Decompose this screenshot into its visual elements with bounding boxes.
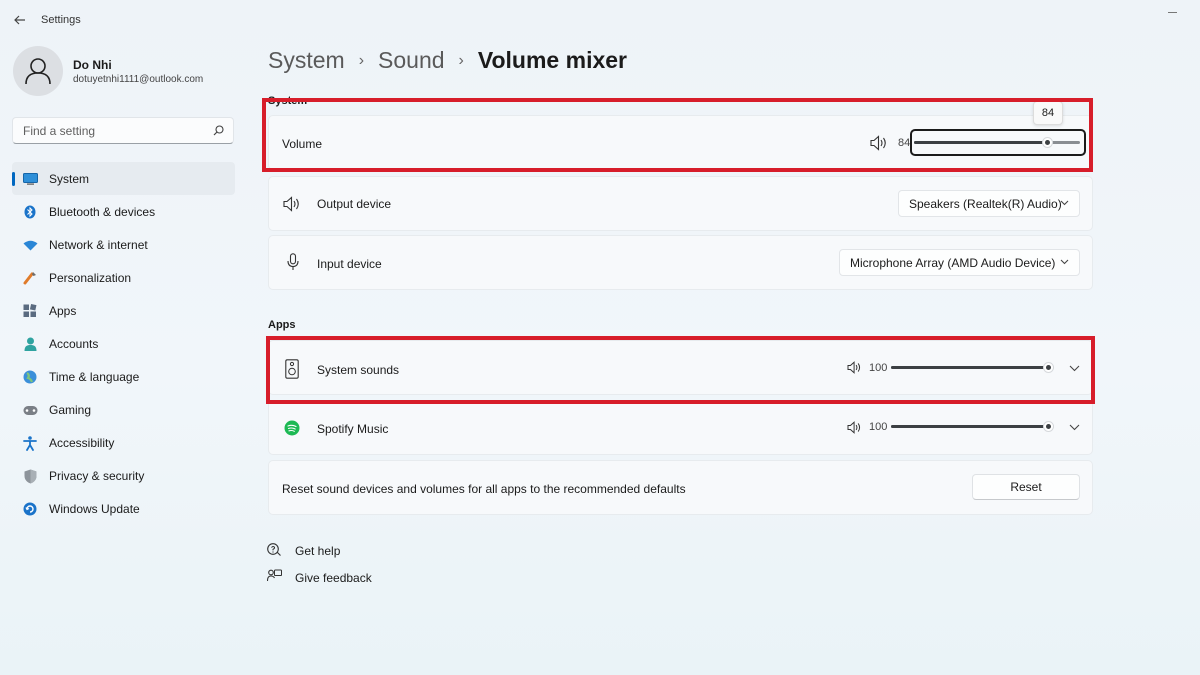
reset-button[interactable]: Reset — [972, 474, 1080, 500]
output-device-label: Output device — [317, 197, 392, 211]
input-device-label: Input device — [317, 257, 382, 271]
sidebar-item-label: Time & language — [49, 370, 140, 384]
gamepad-icon — [22, 402, 38, 418]
highlight-box-volume — [262, 98, 1093, 172]
feedback-icon — [267, 569, 282, 582]
sidebar-item-label: Accounts — [49, 337, 99, 351]
page-title: Volume mixer — [477, 47, 627, 73]
person-icon — [22, 336, 38, 352]
sidebar-item-system[interactable]: System — [12, 162, 235, 195]
user-name: Do Nhi — [73, 58, 112, 72]
update-icon — [22, 501, 38, 517]
bluetooth-icon — [22, 204, 38, 220]
globe-icon — [22, 369, 38, 385]
sidebar-item-accounts[interactable]: Accounts — [12, 327, 235, 360]
sidebar-item-label: Apps — [49, 304, 77, 318]
speaker-icon[interactable] — [847, 421, 862, 434]
get-help-link[interactable]: Get help — [295, 544, 340, 558]
reset-card: Reset sound devices and volumes for all … — [268, 460, 1093, 515]
highlight-box-system-sounds — [266, 336, 1095, 404]
chevron-down-icon — [1060, 259, 1069, 265]
output-device-dropdown[interactable]: Speakers (Realtek(R) Audio) — [898, 190, 1080, 217]
sidebar-item-privacy[interactable]: Privacy & security — [12, 459, 235, 492]
search-icon[interactable] — [213, 125, 224, 136]
accessibility-icon — [22, 435, 38, 451]
avatar[interactable] — [13, 46, 63, 96]
sidebar-item-label: Network & internet — [49, 238, 148, 252]
system-icon — [22, 171, 38, 187]
section-label-apps: Apps — [268, 319, 296, 331]
window-title: Settings — [41, 14, 81, 26]
sidebar-item-accessibility[interactable]: Accessibility — [12, 426, 235, 459]
spotify-icon — [284, 420, 300, 436]
sidebar-nav: System Bluetooth & devices Network & int… — [12, 162, 235, 525]
search-input[interactable] — [23, 123, 203, 139]
sidebar-item-time-language[interactable]: Time & language — [12, 360, 235, 393]
sidebar-item-label: Privacy & security — [49, 469, 145, 483]
shield-icon — [22, 468, 38, 484]
speaker-icon — [283, 196, 299, 212]
chevron-right-icon: › — [358, 51, 365, 69]
chevron-down-icon — [1060, 200, 1069, 206]
breadcrumb-sound[interactable]: Sound — [378, 47, 445, 74]
input-device-dropdown[interactable]: Microphone Array (AMD Audio Device) — [839, 249, 1080, 276]
person-icon — [25, 58, 51, 85]
output-device-card: Output device Speakers (Realtek(R) Audio… — [268, 176, 1093, 231]
sidebar-item-windows-update[interactable]: Windows Update — [12, 492, 235, 525]
breadcrumb: System › Sound › Volume mixer — [268, 47, 627, 74]
breadcrumb-system[interactable]: System — [268, 47, 345, 74]
help-icon — [267, 543, 281, 556]
sidebar-item-label: Windows Update — [49, 502, 140, 516]
chevron-right-icon: › — [458, 51, 464, 69]
sidebar-item-label: Personalization — [49, 271, 132, 285]
input-device-card: Input device Microphone Array (AMD Audio… — [268, 235, 1093, 290]
give-feedback-link[interactable]: Give feedback — [295, 571, 372, 585]
wifi-icon — [22, 237, 38, 253]
app-volume-value: 100 — [869, 421, 888, 433]
input-device-selected: Microphone Array (AMD Audio Device) — [850, 255, 1056, 270]
apps-icon — [22, 303, 38, 319]
title-bar: Settings — [0, 0, 1200, 40]
slider-fill — [891, 425, 1048, 428]
sidebar-item-network[interactable]: Network & internet — [12, 228, 235, 261]
sidebar-item-apps[interactable]: Apps — [12, 294, 235, 327]
app-label: Spotify Music — [317, 422, 389, 436]
brush-icon — [22, 270, 38, 286]
sidebar-item-label: System — [49, 172, 90, 186]
reset-description: Reset sound devices and volumes for all … — [282, 482, 686, 496]
sidebar-item-label: Accessibility — [49, 436, 115, 450]
sidebar-item-gaming[interactable]: Gaming — [12, 393, 235, 426]
chevron-down-icon[interactable] — [1069, 424, 1080, 431]
slider-thumb[interactable] — [1043, 421, 1054, 432]
user-email: dotuyetnhi1111@outlook.com — [73, 74, 204, 85]
sidebar-item-label: Bluetooth & devices — [49, 205, 156, 219]
output-device-selected: Speakers (Realtek(R) Audio) — [909, 196, 1062, 211]
search-box[interactable] — [12, 117, 234, 144]
minimize-button[interactable] — [1166, 6, 1180, 18]
sidebar-item-label: Gaming — [49, 403, 92, 417]
app-volume-slider[interactable] — [891, 419, 1054, 435]
sidebar-item-personalization[interactable]: Personalization — [12, 261, 235, 294]
back-arrow-icon[interactable] — [10, 11, 30, 29]
sidebar-item-bluetooth[interactable]: Bluetooth & devices — [12, 195, 235, 228]
microphone-icon — [287, 253, 299, 270]
